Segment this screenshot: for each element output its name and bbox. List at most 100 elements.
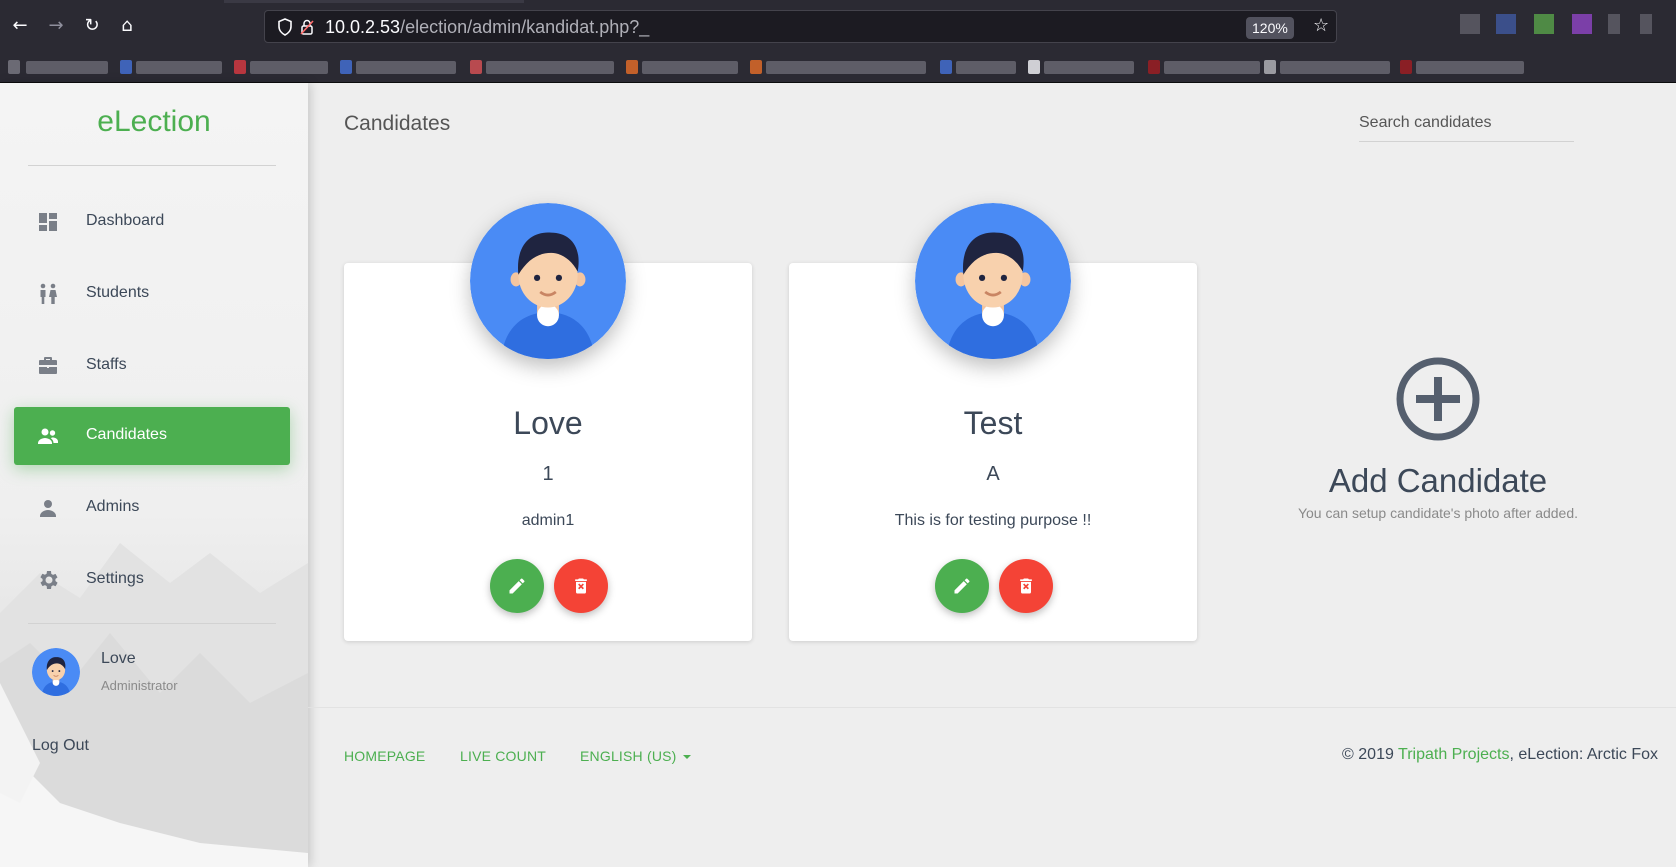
brand-title[interactable]: eLection <box>0 105 308 139</box>
extension-icon[interactable] <box>1534 14 1554 34</box>
bookmark-item[interactable] <box>956 61 1016 74</box>
bookmark-item[interactable] <box>26 61 108 74</box>
sidebar-divider <box>28 623 276 624</box>
delete-button[interactable] <box>554 559 608 613</box>
bookmark-icon[interactable] <box>1400 60 1412 74</box>
extension-icon[interactable] <box>1496 14 1516 34</box>
add-candidate-hint: You can setup candidate's photo after ad… <box>1297 505 1579 521</box>
bookmark-icon[interactable] <box>1264 60 1276 74</box>
candidate-number: 1 <box>542 463 554 485</box>
url-host: 10.0.2.53 <box>325 17 401 37</box>
candidate-photo <box>915 203 1071 359</box>
add-candidate-button[interactable]: Add Candidate You can setup candidate's … <box>1268 350 1608 530</box>
bookmark-icon[interactable] <box>1028 60 1040 74</box>
bookmark-icon[interactable] <box>1148 60 1160 74</box>
dashboard-icon <box>39 213 57 231</box>
language-dropdown[interactable]: ENGLISH (US) <box>580 748 691 764</box>
bookmark-item[interactable] <box>136 61 222 74</box>
bookmark-icon[interactable] <box>470 60 482 74</box>
pencil-icon <box>509 578 525 594</box>
bookmark-icon[interactable] <box>750 60 762 74</box>
sidebar-divider <box>28 165 276 166</box>
copyright: © 2019 Tripath Projects, eLection: Arcti… <box>1342 746 1658 764</box>
bookmark-item[interactable] <box>486 61 614 74</box>
bookmark-item[interactable] <box>642 61 738 74</box>
url-text[interactable]: 10.0.2.53/election/admin/kandidat.php?_ <box>325 17 649 38</box>
delete-button[interactable] <box>999 559 1053 613</box>
reload-icon[interactable]: ↻ <box>80 14 104 38</box>
bookmark-star-icon[interactable]: ☆ <box>1313 15 1329 36</box>
user-avatar-image <box>32 648 80 696</box>
sidebar-item-label: Students <box>86 284 150 301</box>
search-field[interactable] <box>1359 108 1574 142</box>
candidate-photo <box>470 203 626 359</box>
address-bar[interactable]: 10.0.2.53/election/admin/kandidat.php?_ … <box>264 10 1337 43</box>
home-icon[interactable]: ⌂ <box>115 14 139 38</box>
insecure-lock-icon[interactable] <box>299 18 315 36</box>
copyright-link[interactable]: Tripath Projects <box>1398 746 1509 763</box>
footer-divider <box>308 707 1676 708</box>
bookmark-icon[interactable] <box>234 60 246 74</box>
sidebar-item-candidates[interactable]: Candidates <box>14 407 290 465</box>
menu-icon[interactable] <box>1640 14 1652 34</box>
bookmark-icon[interactable] <box>340 60 352 74</box>
gear-icon <box>40 571 58 589</box>
bookmark-item[interactable] <box>766 61 926 74</box>
sidebar-item-admins[interactable]: Admins <box>14 479 290 537</box>
bookmark-icon[interactable] <box>626 60 638 74</box>
footer-link-homepage[interactable]: HOMEPAGE <box>344 748 425 764</box>
add-candidate-title: Add Candidate <box>1328 462 1548 499</box>
candidate-avatar <box>470 203 626 359</box>
active-tab-indicator <box>224 0 524 3</box>
footer-link-live-count[interactable]: LIVE COUNT <box>460 748 546 764</box>
trash-icon <box>1020 578 1032 594</box>
search-input[interactable] <box>1359 108 1574 138</box>
sidebar-item-settings[interactable]: Settings <box>14 551 290 609</box>
language-label: ENGLISH (US) <box>580 748 677 764</box>
zoom-level[interactable]: 120% <box>1246 17 1294 39</box>
sidebar-item-label: Staffs <box>86 356 127 373</box>
page-title: Candidates <box>344 112 451 135</box>
copyright-suffix: , eLection: Arctic Fox <box>1509 746 1658 763</box>
sidebar-item-staffs[interactable]: Staffs <box>14 337 290 395</box>
students-icon <box>40 283 57 304</box>
logout-link[interactable]: Log Out <box>32 737 89 755</box>
sidebar-item-label: Settings <box>86 570 144 587</box>
bookmark-icon[interactable] <box>120 60 132 74</box>
shield-icon[interactable] <box>277 18 293 36</box>
bookmark-item[interactable] <box>1280 61 1390 74</box>
plus-circle-icon <box>1396 357 1480 441</box>
candidate-description: admin1 <box>521 512 575 529</box>
sidebar: eLection Dashboard Students Staffs Candi… <box>0 83 308 867</box>
extension-icon[interactable] <box>1572 14 1592 34</box>
bookmark-item[interactable] <box>1044 61 1134 74</box>
bookmark-icon[interactable] <box>8 60 20 74</box>
bookmark-item[interactable] <box>1164 61 1260 74</box>
briefcase-icon <box>39 357 57 374</box>
user-name[interactable]: Love <box>101 650 136 668</box>
edit-button[interactable] <box>490 559 544 613</box>
back-icon[interactable]: ← <box>8 14 32 38</box>
bookmark-item[interactable] <box>1416 61 1524 74</box>
pencil-icon <box>954 578 970 594</box>
edit-button[interactable] <box>935 559 989 613</box>
bookmark-icon[interactable] <box>940 60 952 74</box>
copyright-prefix: © 2019 <box>1342 746 1399 763</box>
bookmark-item[interactable] <box>250 61 328 74</box>
trash-icon <box>575 578 587 594</box>
sidebar-item-dashboard[interactable]: Dashboard <box>14 193 290 251</box>
bookmark-item[interactable] <box>356 61 456 74</box>
candidate-name: Test <box>963 405 1023 441</box>
sidebar-item-label: Candidates <box>86 426 167 443</box>
extension-icon[interactable] <box>1608 14 1620 34</box>
avatar[interactable] <box>32 648 80 696</box>
extension-icon[interactable] <box>1460 14 1480 34</box>
forward-icon[interactable]: → <box>44 14 68 38</box>
candidate-number: A <box>986 463 1000 485</box>
people-icon <box>38 428 58 444</box>
candidate-description: This is for testing purpose !! <box>894 512 1092 529</box>
bookmarks-bar <box>0 52 1676 83</box>
sidebar-item-students[interactable]: Students <box>14 265 290 323</box>
sidebar-item-label: Admins <box>86 498 140 515</box>
user-role: Administrator <box>101 678 178 693</box>
